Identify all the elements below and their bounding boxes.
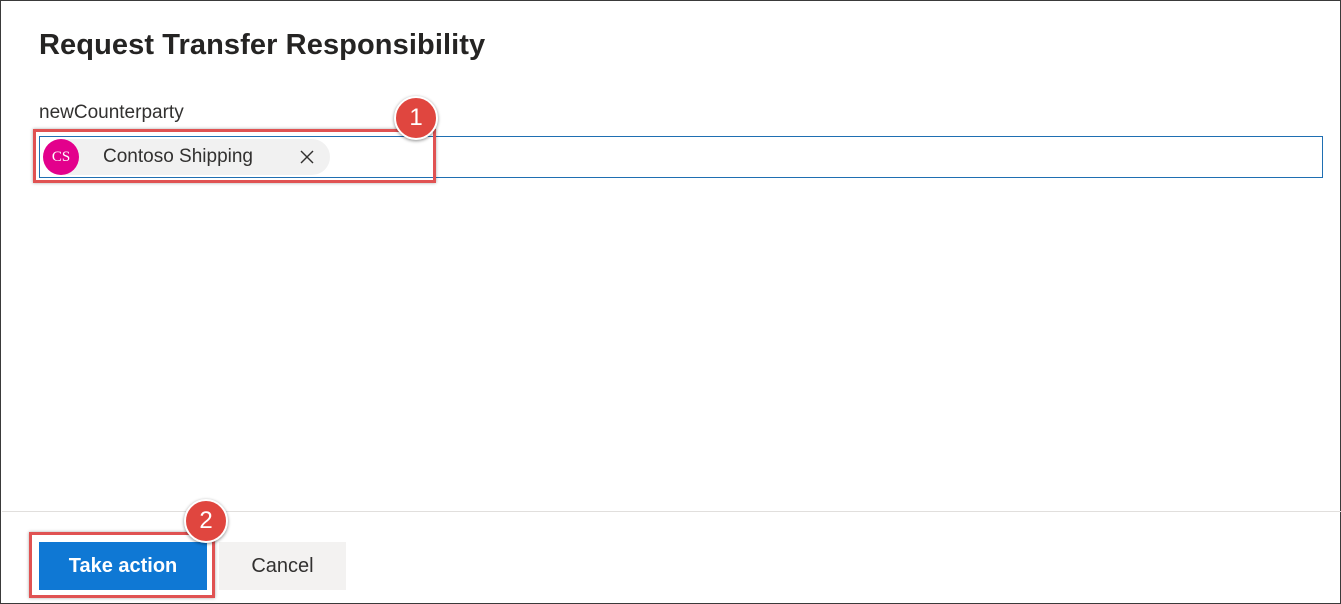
selected-persona-chip[interactable]: CS Contoso Shipping bbox=[43, 139, 330, 175]
new-counterparty-label: newCounterparty bbox=[39, 102, 184, 123]
avatar: CS bbox=[43, 139, 79, 175]
step-badge-2: 2 bbox=[184, 499, 228, 543]
remove-persona-button[interactable] bbox=[297, 147, 317, 167]
take-action-button[interactable]: Take action bbox=[39, 542, 207, 590]
new-counterparty-picker[interactable]: CS Contoso Shipping bbox=[39, 136, 1323, 178]
cancel-button[interactable]: Cancel bbox=[219, 542, 346, 590]
dialog-title: Request Transfer Responsibility bbox=[39, 29, 486, 61]
persona-name: Contoso Shipping bbox=[103, 146, 253, 167]
close-icon bbox=[300, 150, 314, 164]
step-badge-1: 1 bbox=[394, 96, 438, 140]
